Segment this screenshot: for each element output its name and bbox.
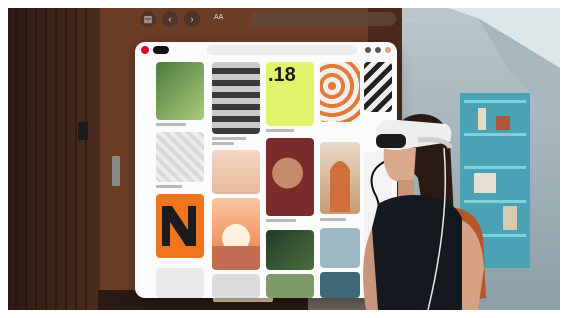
window-toolbar: ▤ ‹ › AA ··· — [140, 11, 415, 29]
search-input[interactable] — [207, 45, 357, 55]
pin-concrete[interactable] — [212, 62, 260, 134]
pin-optical[interactable] — [364, 62, 392, 112]
pin-number-tile[interactable]: .18 — [266, 62, 314, 126]
tab-home[interactable] — [153, 46, 169, 54]
pin-partial[interactable] — [156, 268, 204, 298]
pin-partial-2[interactable] — [266, 274, 314, 298]
pin-orange-graphic[interactable] — [156, 194, 204, 258]
pin-architecture[interactable] — [156, 132, 204, 182]
pin-partial-3[interactable] — [320, 272, 360, 298]
pin-doorway[interactable] — [320, 142, 360, 214]
pinterest-logo-icon[interactable] — [141, 46, 149, 54]
pin-pastel[interactable] — [212, 150, 260, 194]
pin-portrait[interactable] — [266, 138, 314, 216]
sun-graphic — [212, 224, 260, 270]
site-header — [135, 42, 397, 58]
pin-nature[interactable] — [266, 230, 314, 270]
back-icon[interactable]: ‹ — [162, 11, 178, 27]
tabs-icon[interactable]: ▤ — [140, 11, 156, 27]
more-icon[interactable]: ··· — [402, 11, 418, 27]
text-size-button[interactable]: AA — [214, 14, 223, 21]
messages-icon[interactable] — [375, 47, 381, 53]
address-bar[interactable] — [250, 12, 396, 26]
notifications-icon[interactable] — [365, 47, 371, 53]
person-with-headset — [363, 114, 484, 310]
pin-sunset[interactable] — [212, 198, 260, 270]
wall-switch — [78, 122, 88, 140]
door-handle — [112, 156, 120, 186]
pin-sky[interactable] — [320, 228, 360, 268]
forward-icon[interactable]: › — [184, 11, 200, 27]
pin-leaf-photo[interactable] — [156, 62, 204, 120]
letter-graphic — [162, 206, 196, 246]
pin-grid: .18 — [142, 60, 392, 298]
pin-sketch[interactable] — [212, 274, 260, 298]
number-tile-text: .18 — [268, 64, 296, 86]
screenshot-frame: ▤ ‹ › AA ··· .18 — [8, 8, 560, 310]
sleeveless-top — [368, 195, 470, 310]
avatar[interactable] — [385, 47, 391, 53]
pin-pattern[interactable] — [320, 62, 360, 122]
